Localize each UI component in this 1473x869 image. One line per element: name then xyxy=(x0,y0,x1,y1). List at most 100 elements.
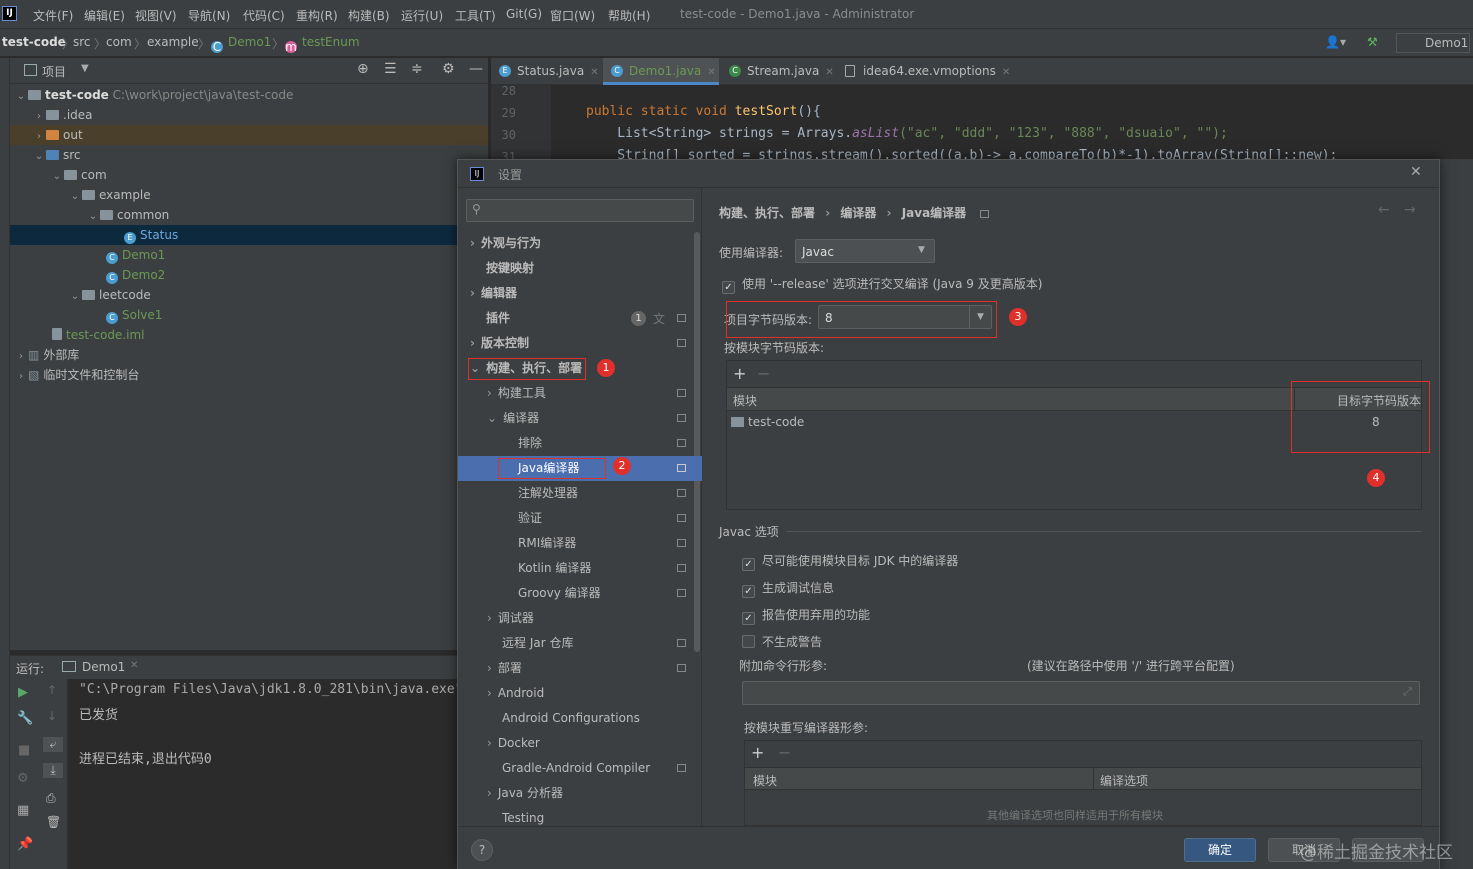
tab-status-java[interactable]: E Status.java ✕ xyxy=(491,58,599,85)
settings-item-rmi-compiler[interactable]: RMI编译器 xyxy=(518,531,576,556)
tree-item-solve1[interactable]: C Solve1 xyxy=(10,305,488,325)
settings-search-input[interactable]: ⚲ xyxy=(466,199,694,222)
settings-item-deployment[interactable]: › 部署 xyxy=(487,656,522,681)
expand-all-icon[interactable]: ☰ xyxy=(384,61,397,77)
scrollbar[interactable] xyxy=(694,232,700,652)
menu-git[interactable]: Git(G) xyxy=(506,7,542,21)
column-header-module[interactable]: 模块 xyxy=(753,772,777,789)
tree-item-external-libs[interactable]: › ▥ 外部库 xyxy=(10,345,488,365)
settings-item-groovy-compiler[interactable]: Groovy 编译器 xyxy=(518,581,601,606)
menu-build[interactable]: 构建(B) xyxy=(348,7,390,24)
tree-item-com[interactable]: ⌄ com xyxy=(10,165,488,185)
back-arrow-icon[interactable]: ← xyxy=(1378,202,1390,218)
menu-file[interactable]: 文件(F) xyxy=(33,7,73,24)
settings-item-remote-jar[interactable]: 远程 Jar 仓库 xyxy=(502,631,573,656)
settings-item-kotlin-compiler[interactable]: Kotlin 编译器 xyxy=(518,556,591,581)
gear-icon[interactable]: ⚙ xyxy=(442,61,455,77)
menu-tools[interactable]: 工具(T) xyxy=(455,7,496,24)
tree-item-demo1[interactable]: C Demo1 xyxy=(10,245,488,265)
collapse-all-icon[interactable]: ≑ xyxy=(411,61,423,77)
settings-item-validation[interactable]: 验证 xyxy=(518,506,542,531)
soft-wrap-icon[interactable]: ⤶ xyxy=(43,737,63,752)
tree-item-scratches[interactable]: › ▧ 临时文件和控制台 xyxy=(10,365,488,385)
settings-item-build-tools[interactable]: › 构建工具 xyxy=(487,381,546,406)
print-icon[interactable]: ⎙ xyxy=(46,791,56,806)
settings-item-testing[interactable]: Testing xyxy=(502,806,544,826)
menu-refactor[interactable]: 重构(R) xyxy=(296,7,338,24)
settings-icon[interactable]: ⚙ xyxy=(17,771,29,786)
down-arrow-icon[interactable]: ↓ xyxy=(47,709,57,723)
close-icon[interactable]: ✕ xyxy=(825,67,833,78)
tree-item-src[interactable]: ⌄ src xyxy=(10,145,488,165)
javac-option-no-warnings[interactable]: 不生成警告 xyxy=(742,633,822,650)
up-arrow-icon[interactable]: ↑ xyxy=(47,683,57,697)
release-option-checkbox[interactable]: ✓ 使用 '--release' 选项进行交叉编译 (Java 9 及更高版本) xyxy=(722,275,1042,294)
stop-icon[interactable]: ■ xyxy=(18,743,30,758)
run-console-output[interactable]: "C:\Program Files\Java\jdk1.8.0_281\bin\… xyxy=(68,679,488,869)
settings-item-debugger[interactable]: › 调试器 xyxy=(487,606,534,631)
settings-item-editor[interactable]: › 编辑器 xyxy=(470,281,517,306)
add-icon[interactable]: + xyxy=(733,364,746,383)
close-icon[interactable]: ✕ xyxy=(130,660,138,671)
settings-item-gradle-android-compiler[interactable]: Gradle-Android Compiler xyxy=(502,756,650,781)
settings-item-android[interactable]: › Android xyxy=(487,681,544,706)
tab-demo1-java[interactable]: C Demo1.java ✕ xyxy=(603,58,719,85)
breadcrumb-item[interactable]: 编译器 xyxy=(840,206,876,220)
tree-item-example[interactable]: ⌄ example xyxy=(10,185,488,205)
remove-icon[interactable]: − xyxy=(757,364,770,383)
settings-item-android-configurations[interactable]: Android Configurations xyxy=(502,706,640,731)
run-tab-demo1[interactable]: Demo1 xyxy=(82,660,125,674)
column-header-options[interactable]: 编译选项 xyxy=(1100,772,1148,789)
close-icon[interactable]: ✕ xyxy=(707,67,715,78)
chevron-down-icon[interactable]: ▼ xyxy=(81,63,89,74)
javac-option-deprecation[interactable]: ✓ 报告使用弃用的功能 xyxy=(742,606,870,625)
compiler-select[interactable]: Javac ▼ xyxy=(795,239,935,263)
remove-icon[interactable]: − xyxy=(778,743,791,762)
trash-icon[interactable]: 🗑 xyxy=(46,815,61,829)
ok-button[interactable]: 确定 xyxy=(1184,838,1256,862)
breadcrumb-demo1[interactable]: Demo1 xyxy=(228,35,271,49)
tree-item-demo2[interactable]: C Demo2 xyxy=(10,265,488,285)
tree-item-idea[interactable]: › .idea xyxy=(10,105,488,125)
layout-icon[interactable]: ▦ xyxy=(17,803,29,818)
tab-stream-java[interactable]: C Stream.java ✕ xyxy=(721,58,834,85)
breadcrumb-src[interactable]: src xyxy=(73,35,91,49)
close-icon[interactable]: ✕ xyxy=(1410,164,1422,180)
tree-item-root[interactable]: ⌄ test-code C:\work\project\java\test-cod… xyxy=(10,85,488,105)
run-config-selector[interactable]: Demo1 xyxy=(1396,33,1470,53)
build-hammer-icon[interactable]: ⚒ xyxy=(1367,35,1378,49)
rerun-icon[interactable]: ▶ xyxy=(18,685,28,700)
tree-item-out[interactable]: › out xyxy=(10,125,488,145)
settings-item-docker[interactable]: › Docker xyxy=(487,731,540,756)
tree-item-status[interactable]: E Status xyxy=(10,225,488,245)
settings-item-appearance[interactable]: › 外观与行为 xyxy=(470,231,541,256)
scroll-end-icon[interactable]: ⤓ xyxy=(43,763,63,778)
menu-run[interactable]: 运行(U) xyxy=(401,7,443,24)
settings-item-excludes[interactable]: 排除 xyxy=(518,431,542,456)
close-icon[interactable]: ✕ xyxy=(1002,67,1010,78)
expand-icon[interactable]: ⤢ xyxy=(1403,685,1412,699)
menu-code[interactable]: 代码(C) xyxy=(243,7,285,24)
column-header-module[interactable]: 模块 xyxy=(733,392,757,409)
help-icon[interactable]: ? xyxy=(471,839,493,861)
tree-item-leetcode[interactable]: ⌄ leetcode xyxy=(10,285,488,305)
add-icon[interactable]: + xyxy=(751,743,764,762)
breadcrumb-project[interactable]: test-code xyxy=(2,35,66,49)
settings-item-java-profiler[interactable]: › Java 分析器 xyxy=(487,781,563,806)
forward-arrow-icon[interactable]: → xyxy=(1404,202,1416,218)
settings-item-compiler[interactable]: ⌄ 编译器 xyxy=(487,406,539,431)
close-icon[interactable]: ✕ xyxy=(590,67,598,78)
settings-item-annotation-processors[interactable]: 注解处理器 xyxy=(518,481,578,506)
pin-icon[interactable]: 📌 xyxy=(17,837,33,852)
user-icon[interactable]: 👤▾ xyxy=(1325,35,1346,49)
settings-item-plugins[interactable]: 插件 xyxy=(486,306,510,331)
minimize-icon[interactable]: — xyxy=(469,61,483,77)
settings-item-keymap[interactable]: 按键映射 xyxy=(486,256,534,281)
menu-edit[interactable]: 编辑(E) xyxy=(84,7,125,24)
breadcrumb-example[interactable]: example xyxy=(147,35,199,49)
tree-item-iml[interactable]: test-code.iml xyxy=(10,325,488,345)
tab-vmoptions[interactable]: idea64.exe.vmoptions ✕ xyxy=(837,58,1010,85)
javac-option-debug-info[interactable]: ✓ 生成调试信息 xyxy=(742,579,834,598)
breadcrumb-item[interactable]: 构建、执行、部署 xyxy=(719,206,815,220)
menu-view[interactable]: 视图(V) xyxy=(135,7,177,24)
